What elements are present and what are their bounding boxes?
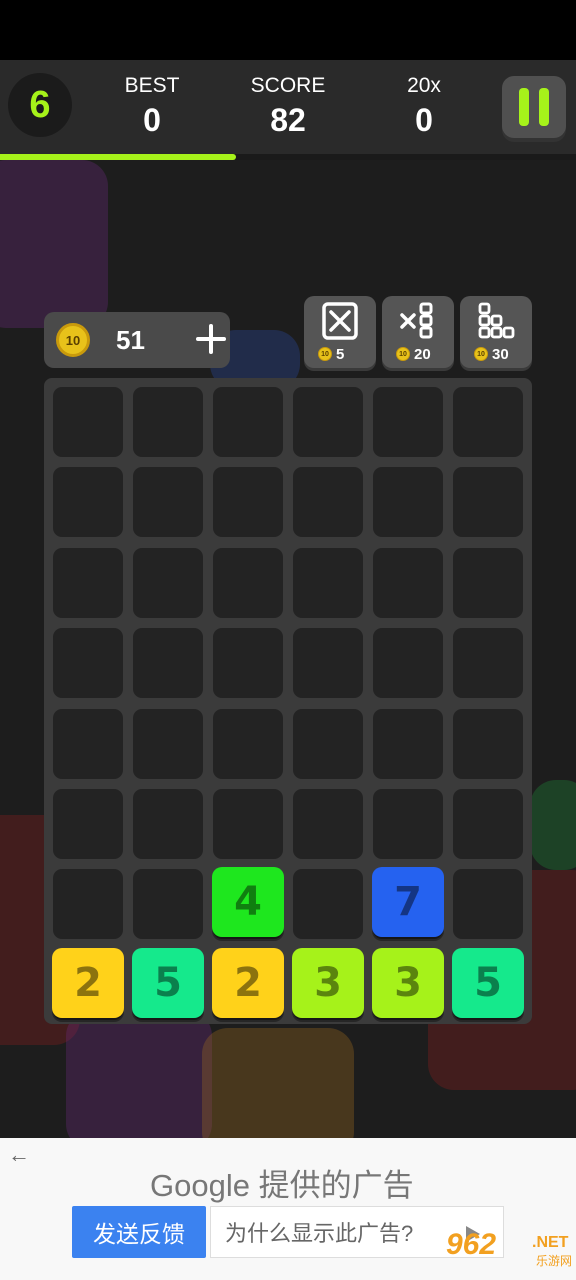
number-tile[interactable]: 3 <box>292 947 364 1018</box>
coin-icon: 10 <box>318 347 332 361</box>
board-cell[interactable] <box>213 708 283 779</box>
best-score: BEST 0 <box>92 74 212 139</box>
board-cell[interactable] <box>293 869 363 940</box>
back-arrow-icon[interactable]: ← <box>8 1142 30 1168</box>
score-value: 82 <box>270 102 306 138</box>
best-value: 0 <box>143 102 161 138</box>
coin-icon: 10 <box>56 323 90 357</box>
number-tile[interactable]: 2 <box>212 947 284 1018</box>
board-cell[interactable] <box>53 789 123 859</box>
board-cell[interactable] <box>213 467 283 538</box>
number-tile[interactable]: 7 <box>372 867 444 938</box>
board-cell[interactable] <box>453 708 523 779</box>
board-cell[interactable] <box>133 547 203 618</box>
board-cell[interactable] <box>453 869 523 940</box>
grid-blocks-icon <box>478 302 515 339</box>
board-cell[interactable] <box>373 547 443 618</box>
x-box-icon <box>322 302 358 340</box>
level-progress-bar <box>0 154 576 160</box>
board-cell[interactable] <box>293 547 363 618</box>
board-cell[interactable] <box>293 628 363 699</box>
board-cell[interactable] <box>53 708 123 779</box>
status-bar <box>0 0 576 60</box>
board-cell[interactable] <box>453 547 523 618</box>
board-cell[interactable] <box>133 628 203 699</box>
powerup-multiply-column-button[interactable]: 10 20 <box>382 296 454 368</box>
board-cell[interactable] <box>453 387 523 457</box>
number-tile[interactable]: 2 <box>52 947 124 1018</box>
board-cell[interactable] <box>373 708 443 779</box>
number-tile[interactable]: 5 <box>452 947 524 1018</box>
board-cell[interactable] <box>373 628 443 699</box>
board-cell[interactable] <box>213 789 283 859</box>
background-shape-green <box>530 780 576 870</box>
board-cell[interactable] <box>53 869 123 940</box>
board-cell[interactable] <box>133 789 203 859</box>
board-cell[interactable] <box>373 387 443 457</box>
board-cell[interactable] <box>133 869 203 940</box>
board-cell[interactable] <box>133 387 203 457</box>
coin-count: 51 <box>116 325 145 355</box>
best-label: BEST <box>124 74 180 97</box>
board-cell[interactable] <box>373 467 443 538</box>
background-shape-purple <box>0 160 108 328</box>
current-score: SCORE 82 <box>228 74 348 139</box>
add-coins-button[interactable] <box>192 320 230 358</box>
board-cell[interactable] <box>453 789 523 859</box>
watermark-main: 962 <box>446 1228 497 1261</box>
number-tile[interactable]: 5 <box>132 947 204 1018</box>
multiply-column-icon <box>400 302 433 339</box>
powerup-cost: 10 20 <box>392 346 452 363</box>
multiplier: 20x 0 <box>364 74 484 139</box>
powerup-cost-value: 20 <box>414 346 431 363</box>
level-progress-fill <box>0 154 237 160</box>
board-cell[interactable] <box>133 708 203 779</box>
number-tile[interactable]: 3 <box>372 947 444 1018</box>
game-board[interactable]: 47252335 <box>44 378 532 1024</box>
powerup-remove-block-button[interactable]: 10 5 <box>304 296 376 368</box>
powerup-rearrange-button[interactable]: 10 30 <box>460 296 532 368</box>
multiplier-label: 20x <box>407 74 441 97</box>
powerup-cost-value: 30 <box>492 346 509 363</box>
why-this-ad-label: 为什么显示此广告? <box>225 1221 414 1246</box>
watermark-cn: 乐游网 <box>536 1254 573 1268</box>
board-cell[interactable] <box>53 547 123 618</box>
board-cell[interactable] <box>453 467 523 538</box>
pause-button[interactable] <box>502 76 566 138</box>
board-cell[interactable] <box>53 387 123 457</box>
board-cell[interactable] <box>293 708 363 779</box>
coin-panel: 10 51 <box>44 312 230 368</box>
background-shape-purple-bottom <box>66 1010 212 1150</box>
board-cell[interactable] <box>53 628 123 699</box>
level-indicator: 6 <box>8 73 72 137</box>
coin-icon: 10 <box>474 347 488 361</box>
send-feedback-button[interactable]: 发送反馈 <box>72 1206 206 1258</box>
score-label: SCORE <box>250 74 326 97</box>
board-cell[interactable] <box>453 628 523 699</box>
board-cell[interactable] <box>293 789 363 859</box>
pause-icon <box>519 88 529 126</box>
number-tile[interactable]: 4 <box>212 867 284 938</box>
board-cell[interactable] <box>213 628 283 699</box>
powerup-cost: 10 30 <box>470 346 530 363</box>
pause-icon-bar-2 <box>539 88 549 126</box>
watermark-net: .NET <box>532 1234 569 1251</box>
ad-title: Google 提供的广告 <box>150 1168 414 1203</box>
board-cell[interactable] <box>293 387 363 457</box>
board-cell[interactable] <box>213 387 283 457</box>
board-cell[interactable] <box>133 467 203 538</box>
board-cell[interactable] <box>373 789 443 859</box>
board-cell[interactable] <box>293 467 363 538</box>
powerup-cost-value: 5 <box>336 346 345 363</box>
score-header: 6 BEST 0 SCORE 82 20x 0 <box>0 60 576 156</box>
watermark-logo: 962 .NET 乐游网 <box>444 1226 572 1276</box>
board-cell[interactable] <box>53 467 123 538</box>
multiplier-value: 0 <box>415 102 433 138</box>
board-cell[interactable] <box>213 547 283 618</box>
powerup-cost: 10 5 <box>314 346 374 363</box>
coin-icon: 10 <box>396 347 410 361</box>
